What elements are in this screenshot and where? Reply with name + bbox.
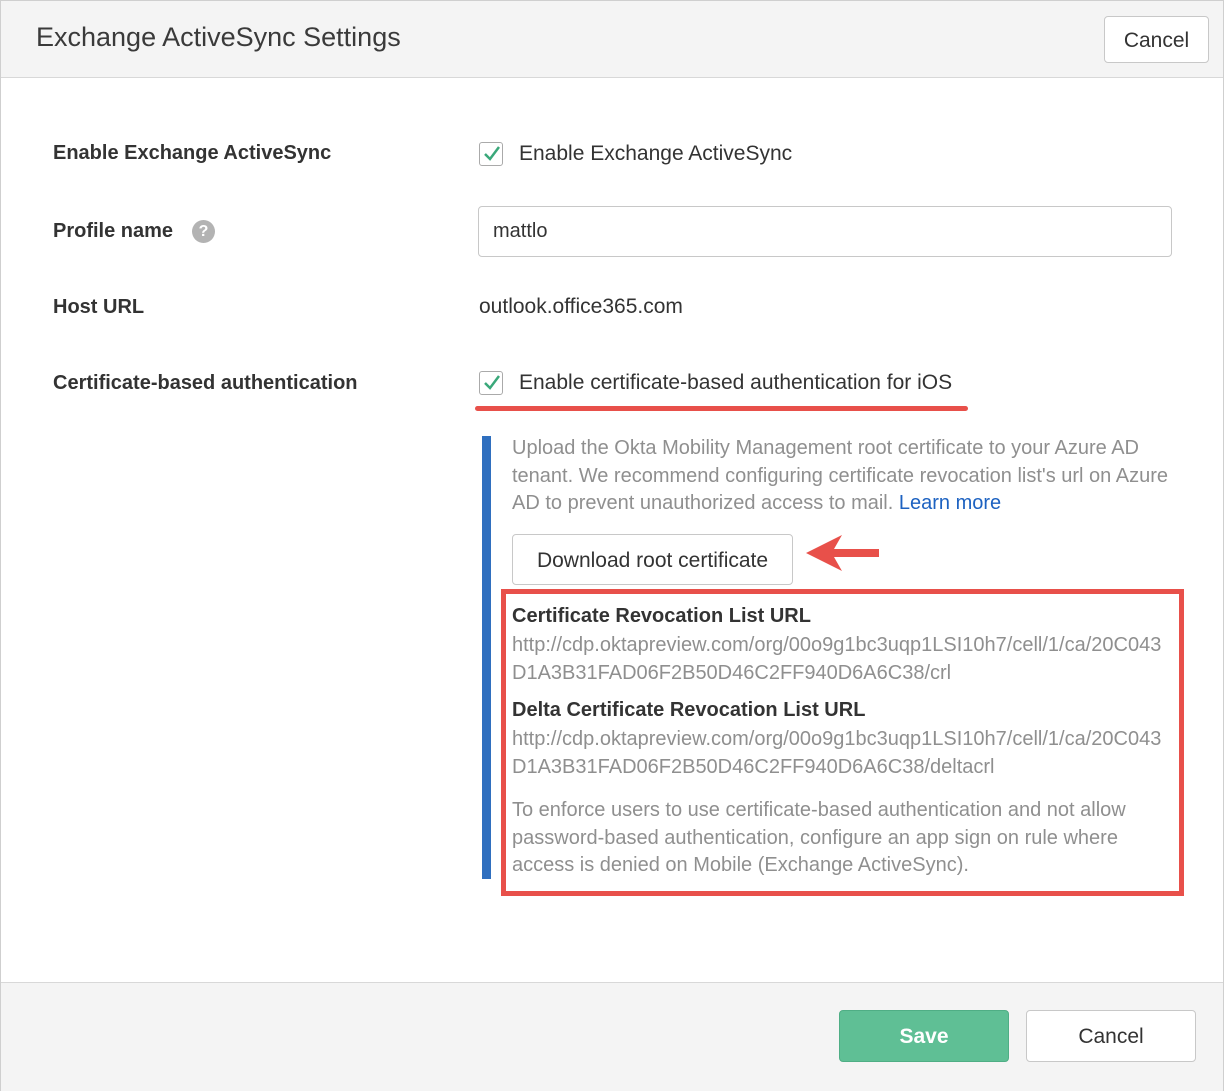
settings-dialog: Exchange ActiveSync Settings Cancel Enab… — [0, 0, 1224, 1091]
cert-auth-checkbox[interactable] — [479, 371, 503, 395]
cert-auth-label: Certificate-based authentication — [53, 372, 358, 394]
cert-info-description: Upload the Okta Mobility Management root… — [512, 435, 1172, 518]
profile-name-input[interactable] — [478, 206, 1172, 257]
highlight-underline — [475, 406, 968, 411]
save-button[interactable]: Save — [839, 1010, 1009, 1062]
check-icon — [484, 146, 500, 161]
profile-name-label: Profile name — [53, 220, 174, 242]
check-icon — [484, 375, 500, 390]
host-url-label: Host URL — [53, 296, 145, 318]
arrow-left-icon — [806, 535, 879, 571]
header-cancel-button[interactable]: Cancel — [1104, 16, 1209, 63]
delta-crl-title: Delta Certificate Revocation List URL — [512, 699, 866, 721]
crl-note: To enforce users to use certificate-base… — [512, 799, 1126, 876]
crl-url: http://cdp.oktapreview.com/org/00o9g1bc3… — [512, 634, 1162, 684]
host-url-value: outlook.office365.com — [479, 295, 683, 318]
enable-eas-checkbox-label[interactable]: Enable Exchange ActiveSync — [519, 142, 792, 166]
enable-eas-label: Enable Exchange ActiveSync — [53, 142, 332, 164]
enable-eas-checkbox[interactable] — [479, 142, 503, 166]
learn-more-link[interactable]: Learn more — [899, 492, 1001, 514]
delta-crl-url: http://cdp.oktapreview.com/org/00o9g1bc3… — [512, 728, 1162, 778]
info-accent-bar — [482, 436, 491, 879]
cert-info-text: Upload the Okta Mobility Management root… — [512, 437, 1168, 514]
crl-title: Certificate Revocation List URL — [512, 605, 811, 627]
dialog-title: Exchange ActiveSync Settings — [36, 22, 401, 52]
help-icon[interactable]: ? — [192, 220, 215, 243]
footer-cancel-button[interactable]: Cancel — [1026, 1010, 1196, 1062]
cert-auth-checkbox-label[interactable]: Enable certificate-based authentication … — [519, 371, 952, 395]
download-root-certificate-button[interactable]: Download root certificate — [512, 534, 793, 585]
